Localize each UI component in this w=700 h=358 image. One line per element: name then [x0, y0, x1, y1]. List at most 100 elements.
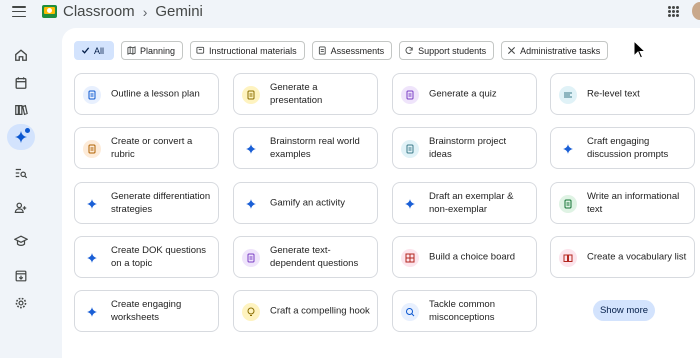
tool-card-label: Tackle common misconceptions [429, 299, 495, 323]
settings-icon [15, 297, 27, 309]
tool-card-label: Re-level text [587, 88, 640, 100]
filter-chip-administrative-tasks[interactable]: Administrative tasks [501, 41, 609, 60]
tool-card[interactable]: Brainstorm real world examples [233, 127, 378, 169]
tool-card-label: Craft a compelling hook [270, 305, 370, 317]
grid-board-icon [401, 249, 419, 267]
chip-label: Support students [418, 45, 487, 56]
filter-chip-instructional-materials[interactable]: Instructional materials [190, 41, 305, 60]
project-icon [401, 140, 419, 158]
chip-label: Planning [140, 45, 176, 56]
sparkle-icon [83, 303, 101, 321]
tool-card[interactable]: Create or convert a rubric [74, 127, 219, 169]
filter-chip-all[interactable]: All [74, 41, 115, 60]
rubric-icon [83, 140, 101, 158]
chip-label: All [94, 45, 105, 56]
tool-card[interactable]: Craft a compelling hook [233, 290, 378, 332]
filter-chip-assessments[interactable]: Assessments [311, 41, 393, 60]
avatar[interactable] [692, 2, 700, 20]
tool-card-label: Brainstorm project ideas [429, 136, 507, 160]
document-icon [318, 46, 326, 55]
breadcrumb-app-title[interactable]: Classroom [63, 3, 135, 20]
slides-icon [196, 46, 205, 54]
chip-label: Instructional materials [209, 45, 297, 56]
tool-card[interactable]: Generate text-dependent questions [233, 236, 378, 278]
chip-label: Assessments [330, 45, 385, 56]
outline-icon [83, 86, 101, 104]
apps-grid-icon[interactable] [668, 6, 679, 17]
quiz-icon [401, 86, 419, 104]
refresh-icon [405, 46, 413, 54]
sidebar-item-archive[interactable] [7, 263, 35, 289]
filter-chips: All Planning Instructional materials Assess… [74, 41, 609, 60]
chip-label: Administrative tasks [520, 45, 601, 56]
lightbulb-icon [242, 303, 260, 321]
tool-card-label: Outline a lesson plan [111, 88, 200, 100]
home-icon [15, 49, 27, 61]
notification-dot [25, 128, 30, 133]
tool-card[interactable]: Gamify an activity [233, 182, 378, 224]
tool-card-label: Create engaging worksheets [111, 299, 182, 323]
tool-card[interactable]: Craft engaging discussion prompts [550, 127, 695, 169]
review-icon [15, 168, 28, 179]
page-title: Gemini [155, 3, 203, 20]
breadcrumb: Classroom › Gemini [63, 3, 203, 20]
tool-card[interactable]: Generate differentiation strategies [74, 182, 219, 224]
tool-card-label: Create or convert a rubric [111, 136, 193, 160]
menu-icon[interactable] [12, 6, 26, 18]
people-icon [14, 202, 27, 213]
sidebar-item-classes[interactable] [7, 228, 35, 254]
archive-icon [15, 270, 27, 282]
tool-card[interactable]: Build a choice board [392, 236, 537, 278]
map-icon [127, 46, 136, 55]
sidebar-item-home[interactable] [7, 42, 35, 68]
text-questions-icon [242, 249, 260, 267]
tool-card[interactable]: Re-level text [550, 73, 695, 115]
sidebar-item-review[interactable] [7, 160, 35, 186]
sparkle-icon [83, 249, 101, 267]
book-icon [559, 249, 577, 267]
tool-card-label: Create DOK questions on a topic [111, 245, 207, 269]
filter-chip-support-students[interactable]: Support students [399, 41, 495, 60]
tool-card[interactable]: Tackle common misconceptions [392, 290, 537, 332]
sidebar-item-calendar[interactable] [7, 70, 35, 96]
main-panel: All Planning Instructional materials Assess… [62, 28, 700, 358]
sidebar-item-gemini[interactable] [7, 124, 35, 150]
sparkle-icon [83, 195, 101, 213]
tool-card[interactable]: Generate a quiz [392, 73, 537, 115]
tool-card[interactable]: Write an informational text [550, 182, 695, 224]
calendar-icon [15, 77, 27, 89]
tool-card[interactable]: Outline a lesson plan [74, 73, 219, 115]
library-icon [15, 104, 28, 116]
sidebar-item-people[interactable] [7, 195, 35, 221]
tool-card[interactable]: Draft an exemplar & non-exemplar [392, 182, 537, 224]
tool-card-label: Gamify an activity [270, 197, 345, 209]
graduation-cap-icon [14, 235, 28, 246]
document-icon [559, 195, 577, 213]
tool-card[interactable]: Create a vocabulary list [550, 236, 695, 278]
tool-card[interactable]: Generate a presentation [233, 73, 378, 115]
tool-card[interactable]: Create DOK questions on a topic [74, 236, 219, 278]
tool-card-label: Build a choice board [429, 251, 516, 263]
chevron-right-icon: › [142, 3, 148, 20]
presentation-icon [242, 86, 260, 104]
tool-card[interactable]: Brainstorm project ideas [392, 127, 537, 169]
tool-card-label: Generate differentiation strategies [111, 191, 211, 215]
tool-card-label: Generate a quiz [429, 88, 497, 100]
show-more-button[interactable]: Show more [593, 300, 655, 321]
tool-card-label: Craft engaging discussion prompts [587, 136, 669, 160]
tool-card-label: Draft an exemplar & non-exemplar [429, 191, 514, 215]
tools-icon [508, 46, 516, 55]
check-icon [81, 47, 90, 54]
tool-card-label: Write an informational text [587, 191, 680, 215]
mouse-cursor-icon [633, 40, 645, 59]
tool-card-label: Brainstorm real world examples [270, 136, 360, 160]
tool-card[interactable]: Create engaging worksheets [74, 290, 219, 332]
sidebar-item-settings[interactable] [7, 290, 35, 316]
sparkle-icon [559, 140, 577, 158]
sparkle-icon [242, 140, 260, 158]
sparkle-icon [242, 195, 260, 213]
classroom-logo[interactable] [42, 5, 57, 18]
sidebar-item-library[interactable] [7, 97, 35, 123]
text-lines-icon [559, 86, 577, 104]
filter-chip-planning[interactable]: Planning [121, 41, 184, 60]
